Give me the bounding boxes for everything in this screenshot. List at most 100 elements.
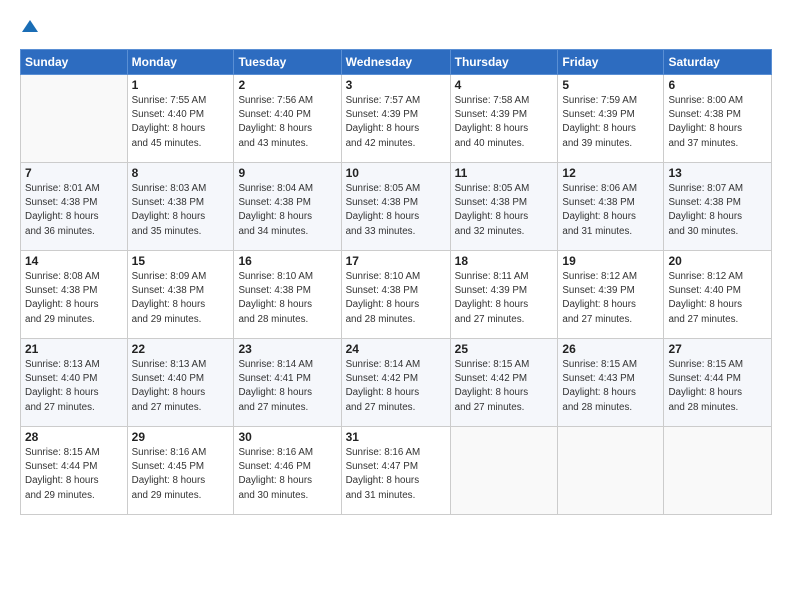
day-info: Sunrise: 8:15 AMSunset: 4:42 PMDaylight:…	[455, 358, 554, 415]
calendar-cell: 22 Sunrise: 8:13 AMSunset: 4:40 PMDayligh…	[127, 339, 234, 427]
day-number: 11	[455, 166, 554, 180]
day-info: Sunrise: 8:11 AMSunset: 4:39 PMDaylight:…	[455, 270, 554, 327]
calendar-cell: 16Sunrise: 8:10 AMSunset: 4:38 PMDayligh…	[234, 251, 341, 339]
calendar-cell: 25 Sunrise: 8:15 AMSunset: 4:42 PMDayligh…	[450, 339, 558, 427]
day-number: 20	[668, 254, 767, 268]
header-row: SundayMondayTuesdayWednesdayThursdayFrid…	[21, 50, 772, 75]
calendar-cell: 19 Sunrise: 8:12 AMSunset: 4:39 PMDayligh…	[558, 251, 664, 339]
calendar-cell: 13Sunrise: 8:07 AMSunset: 4:38 PMDayligh…	[664, 163, 772, 251]
calendar-cell: 26 Sunrise: 8:15 AMSunset: 4:43 PMDayligh…	[558, 339, 664, 427]
day-number: 17	[346, 254, 446, 268]
header-day-monday: Monday	[127, 50, 234, 75]
calendar-cell: 24 Sunrise: 8:14 AMSunset: 4:42 PMDayligh…	[341, 339, 450, 427]
day-info: Sunrise: 8:14 AMSunset: 4:42 PMDaylight:…	[346, 358, 446, 415]
day-number: 6	[668, 78, 767, 92]
calendar-cell: 23Sunrise: 8:14 AMSunset: 4:41 PMDayligh…	[234, 339, 341, 427]
day-info: Sunrise: 8:08 AMSunset: 4:38 PMDaylight:…	[25, 270, 123, 327]
calendar-cell: 18 Sunrise: 8:11 AMSunset: 4:39 PMDayligh…	[450, 251, 558, 339]
day-info: Sunrise: 8:07 AMSunset: 4:38 PMDaylight:…	[668, 182, 767, 239]
day-number: 7	[25, 166, 123, 180]
day-info: Sunrise: 8:16 AMSunset: 4:46 PMDaylight:…	[238, 446, 336, 503]
calendar-cell	[450, 427, 558, 515]
day-number: 3	[346, 78, 446, 92]
day-info: Sunrise: 8:10 AMSunset: 4:38 PMDaylight:…	[238, 270, 336, 327]
calendar-cell: 3 Sunrise: 7:57 AMSunset: 4:39 PMDaylight…	[341, 75, 450, 163]
day-info: Sunrise: 8:01 AMSunset: 4:38 PMDaylight:…	[25, 182, 123, 239]
calendar-cell: 5Sunrise: 7:59 AMSunset: 4:39 PMDaylight…	[558, 75, 664, 163]
calendar-cell: 17Sunrise: 8:10 AMSunset: 4:38 PMDayligh…	[341, 251, 450, 339]
day-number: 19	[562, 254, 659, 268]
day-info: Sunrise: 8:05 AMSunset: 4:38 PMDaylight:…	[455, 182, 554, 239]
calendar-cell: 4Sunrise: 7:58 AMSunset: 4:39 PMDaylight…	[450, 75, 558, 163]
header-area	[20, 18, 772, 39]
header-day-sunday: Sunday	[21, 50, 128, 75]
day-number: 25	[455, 342, 554, 356]
day-info: Sunrise: 8:12 AMSunset: 4:39 PMDaylight:…	[562, 270, 659, 327]
calendar-cell: 20 Sunrise: 8:12 AMSunset: 4:40 PMDayligh…	[664, 251, 772, 339]
day-number: 31	[346, 430, 446, 444]
calendar-cell	[664, 427, 772, 515]
day-info: Sunrise: 8:00 AMSunset: 4:38 PMDaylight:…	[668, 94, 767, 151]
calendar-body: 1 Sunrise: 7:55 AMSunset: 4:40 PMDaylight…	[21, 75, 772, 515]
day-number: 26	[562, 342, 659, 356]
day-number: 15	[132, 254, 230, 268]
day-info: Sunrise: 8:13 AMSunset: 4:40 PMDaylight:…	[132, 358, 230, 415]
day-number: 29	[132, 430, 230, 444]
day-number: 12	[562, 166, 659, 180]
calendar-header: SundayMondayTuesdayWednesdayThursdayFrid…	[21, 50, 772, 75]
calendar-cell: 9Sunrise: 8:04 AMSunset: 4:38 PMDaylight…	[234, 163, 341, 251]
calendar-cell: 27 Sunrise: 8:15 AMSunset: 4:44 PMDayligh…	[664, 339, 772, 427]
day-number: 24	[346, 342, 446, 356]
day-number: 1	[132, 78, 230, 92]
day-number: 14	[25, 254, 123, 268]
calendar-cell: 28Sunrise: 8:15 AMSunset: 4:44 PMDayligh…	[21, 427, 128, 515]
calendar-cell: 11 Sunrise: 8:05 AMSunset: 4:38 PMDayligh…	[450, 163, 558, 251]
day-info: Sunrise: 8:16 AMSunset: 4:47 PMDaylight:…	[346, 446, 446, 503]
day-info: Sunrise: 8:16 AMSunset: 4:45 PMDaylight:…	[132, 446, 230, 503]
header-day-thursday: Thursday	[450, 50, 558, 75]
day-number: 10	[346, 166, 446, 180]
day-info: Sunrise: 8:15 AMSunset: 4:44 PMDaylight:…	[25, 446, 123, 503]
day-number: 30	[238, 430, 336, 444]
calendar-cell: 7 Sunrise: 8:01 AMSunset: 4:38 PMDaylight…	[21, 163, 128, 251]
day-info: Sunrise: 8:15 AMSunset: 4:44 PMDaylight:…	[668, 358, 767, 415]
day-info: Sunrise: 7:59 AMSunset: 4:39 PMDaylight:…	[562, 94, 659, 151]
calendar-cell: 31 Sunrise: 8:16 AMSunset: 4:47 PMDayligh…	[341, 427, 450, 515]
day-number: 18	[455, 254, 554, 268]
calendar-cell	[21, 75, 128, 163]
week-row-4: 28Sunrise: 8:15 AMSunset: 4:44 PMDayligh…	[21, 427, 772, 515]
day-number: 22	[132, 342, 230, 356]
day-info: Sunrise: 8:13 AMSunset: 4:40 PMDaylight:…	[25, 358, 123, 415]
day-info: Sunrise: 8:05 AMSunset: 4:38 PMDaylight:…	[346, 182, 446, 239]
calendar-cell: 1 Sunrise: 7:55 AMSunset: 4:40 PMDaylight…	[127, 75, 234, 163]
calendar: SundayMondayTuesdayWednesdayThursdayFrid…	[20, 49, 772, 515]
calendar-cell: 30 Sunrise: 8:16 AMSunset: 4:46 PMDayligh…	[234, 427, 341, 515]
day-info: Sunrise: 7:55 AMSunset: 4:40 PMDaylight:…	[132, 94, 230, 151]
day-info: Sunrise: 8:12 AMSunset: 4:40 PMDaylight:…	[668, 270, 767, 327]
header-day-tuesday: Tuesday	[234, 50, 341, 75]
day-number: 4	[455, 78, 554, 92]
logo	[20, 18, 38, 39]
week-row-0: 1 Sunrise: 7:55 AMSunset: 4:40 PMDaylight…	[21, 75, 772, 163]
calendar-cell: 6 Sunrise: 8:00 AMSunset: 4:38 PMDaylight…	[664, 75, 772, 163]
day-info: Sunrise: 8:09 AMSunset: 4:38 PMDaylight:…	[132, 270, 230, 327]
page: SundayMondayTuesdayWednesdayThursdayFrid…	[0, 0, 792, 612]
week-row-3: 21 Sunrise: 8:13 AMSunset: 4:40 PMDayligh…	[21, 339, 772, 427]
calendar-cell: 21 Sunrise: 8:13 AMSunset: 4:40 PMDayligh…	[21, 339, 128, 427]
day-number: 21	[25, 342, 123, 356]
calendar-cell: 15 Sunrise: 8:09 AMSunset: 4:38 PMDayligh…	[127, 251, 234, 339]
day-number: 27	[668, 342, 767, 356]
week-row-2: 14 Sunrise: 8:08 AMSunset: 4:38 PMDayligh…	[21, 251, 772, 339]
day-number: 23	[238, 342, 336, 356]
day-info: Sunrise: 7:56 AMSunset: 4:40 PMDaylight:…	[238, 94, 336, 151]
day-info: Sunrise: 8:15 AMSunset: 4:43 PMDaylight:…	[562, 358, 659, 415]
day-info: Sunrise: 8:06 AMSunset: 4:38 PMDaylight:…	[562, 182, 659, 239]
header-day-saturday: Saturday	[664, 50, 772, 75]
calendar-cell: 12 Sunrise: 8:06 AMSunset: 4:38 PMDayligh…	[558, 163, 664, 251]
day-info: Sunrise: 7:57 AMSunset: 4:39 PMDaylight:…	[346, 94, 446, 151]
calendar-cell: 10 Sunrise: 8:05 AMSunset: 4:38 PMDayligh…	[341, 163, 450, 251]
logo-icon	[22, 18, 38, 34]
day-number: 2	[238, 78, 336, 92]
day-info: Sunrise: 8:03 AMSunset: 4:38 PMDaylight:…	[132, 182, 230, 239]
calendar-cell: 14 Sunrise: 8:08 AMSunset: 4:38 PMDayligh…	[21, 251, 128, 339]
